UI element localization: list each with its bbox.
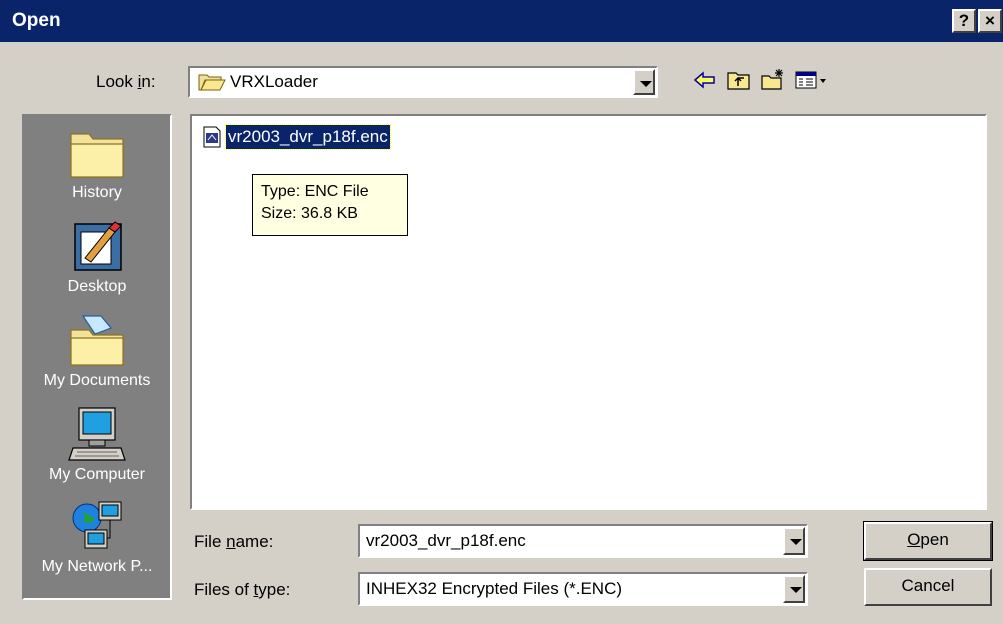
- file-type-label: Files of type:: [194, 578, 290, 602]
- file-name-selected[interactable]: vr2003_dvr_p18f.enc: [225, 124, 391, 150]
- look-in-dropdown-arrow[interactable]: [633, 69, 655, 95]
- look-in-text: VRXLoader: [230, 72, 318, 91]
- file-name-label-pre: File: [194, 532, 227, 551]
- file-name-input[interactable]: [366, 526, 776, 556]
- desktop-icon: [74, 221, 122, 271]
- place-my-network[interactable]: My Network P...: [24, 498, 170, 576]
- place-desktop-label: Desktop: [67, 278, 127, 295]
- file-name-label-accel: n: [226, 532, 236, 551]
- file-type-label-post: ype:: [258, 580, 291, 599]
- file-list[interactable]: vr2003_dvr_p18f.enc Type: ENC File Size:…: [190, 114, 987, 510]
- cancel-button[interactable]: Cancel: [864, 568, 992, 606]
- my-computer-icon: [68, 407, 126, 461]
- my-documents-icon: [70, 315, 124, 366]
- enc-file-icon: [200, 125, 224, 149]
- folder-open-icon: [198, 74, 226, 91]
- look-in-label-pre: Look: [96, 72, 138, 91]
- file-tooltip: Type: ENC File Size: 36.8 KB: [252, 174, 408, 236]
- file-name-combo[interactable]: [358, 524, 808, 558]
- look-in-combo[interactable]: VRXLoader: [188, 66, 658, 98]
- back-arrow-icon[interactable]: [692, 68, 718, 92]
- file-name-dropdown-arrow[interactable]: [783, 527, 805, 555]
- tooltip-size: Size: 36.8 KB: [261, 205, 358, 222]
- new-folder-icon[interactable]: [760, 68, 786, 92]
- places-bar: History Desktop My Documents My Computer…: [22, 114, 172, 600]
- file-type-dropdown-arrow[interactable]: [783, 575, 805, 603]
- look-in-label: Look in:: [96, 70, 156, 94]
- place-my-computer-label: My Computer: [48, 466, 146, 483]
- open-button-label: pen: [920, 530, 949, 549]
- place-history[interactable]: History: [24, 124, 170, 202]
- place-my-documents-label: My Documents: [43, 372, 151, 389]
- place-my-computer[interactable]: My Computer: [24, 406, 170, 484]
- close-button[interactable]: ×: [978, 9, 1002, 33]
- file-type-select[interactable]: INHEX32 Encrypted Files (*.ENC): [358, 572, 808, 606]
- file-name-label: File name:: [194, 530, 273, 554]
- look-in-label-post: n:: [141, 72, 156, 91]
- file-name-label-post: ame:: [235, 532, 274, 551]
- file-type-label-pre: Files of: [194, 580, 254, 599]
- open-button[interactable]: Open: [863, 521, 993, 561]
- history-icon: [70, 133, 124, 178]
- network-places-icon: [72, 501, 122, 549]
- file-type-value: INHEX32 Encrypted Files (*.ENC): [366, 579, 623, 598]
- place-my-network-label: My Network P...: [41, 558, 153, 575]
- place-my-documents[interactable]: My Documents: [24, 312, 170, 390]
- tooltip-type: Type: ENC File: [261, 183, 369, 200]
- place-desktop[interactable]: Desktop: [24, 218, 170, 296]
- look-in-value: VRXLoader: [198, 68, 318, 96]
- file-item[interactable]: vr2003_dvr_p18f.enc: [200, 122, 391, 152]
- help-button[interactable]: ?: [952, 9, 976, 33]
- up-folder-icon[interactable]: [726, 68, 752, 92]
- place-history-label: History: [72, 184, 122, 201]
- open-button-accel: O: [907, 530, 921, 549]
- title-bar[interactable]: Open ? ×: [0, 0, 1003, 42]
- view-menu-icon[interactable]: [794, 68, 828, 92]
- window-title: Open: [12, 10, 61, 31]
